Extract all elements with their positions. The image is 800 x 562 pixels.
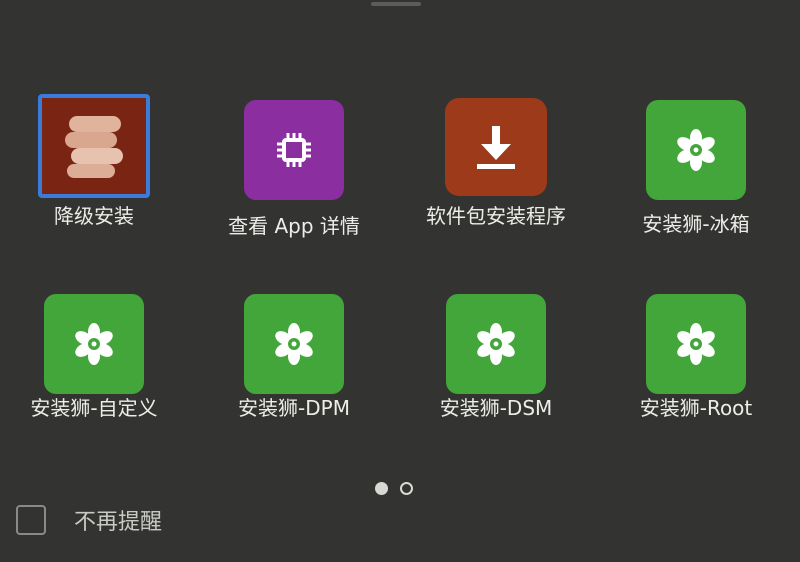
- page-indicator: [375, 482, 413, 495]
- layers-icon: [38, 94, 150, 198]
- flower-icon: [44, 294, 144, 394]
- app-label: 软件包安装程序: [426, 204, 566, 228]
- dont-remind-option[interactable]: 不再提醒: [16, 504, 162, 536]
- app-label: 安装狮-Root: [639, 396, 753, 420]
- app-downgrade-install[interactable]: 降级安装: [0, 94, 194, 230]
- app-installer-lion-custom[interactable]: 安装狮-自定义: [0, 294, 194, 422]
- app-label: 降级安装: [54, 204, 134, 228]
- page-dot-2[interactable]: [400, 482, 413, 495]
- chip-icon: [244, 100, 344, 200]
- app-installer-lion-icebox[interactable]: 安装狮-冰箱: [596, 100, 796, 238]
- download-icon: [445, 98, 547, 196]
- app-installer-lion-dpm[interactable]: 安装狮-DPM: [194, 294, 394, 422]
- app-package-installer[interactable]: 软件包安装程序: [396, 98, 596, 230]
- dont-remind-checkbox[interactable]: [16, 505, 46, 535]
- drag-handle[interactable]: [371, 2, 421, 6]
- dont-remind-label: 不再提醒: [74, 510, 163, 535]
- flower-icon: [646, 294, 746, 394]
- flower-icon: [646, 100, 746, 200]
- page-dot-1[interactable]: [375, 482, 388, 495]
- app-installer-lion-dsm[interactable]: 安装狮-DSM: [396, 294, 596, 422]
- app-label: 安装狮-DSM: [439, 396, 553, 420]
- app-label: 查看 App 详情: [228, 214, 360, 238]
- flower-icon: [446, 294, 546, 394]
- app-label: 安装狮-自定义: [30, 396, 158, 420]
- app-label: 安装狮-DPM: [238, 396, 350, 420]
- app-installer-lion-root[interactable]: 安装狮-Root: [596, 294, 796, 422]
- app-view-details[interactable]: 查看 App 详情: [194, 100, 394, 240]
- flower-icon: [244, 294, 344, 394]
- app-label: 安装狮-冰箱: [642, 212, 750, 236]
